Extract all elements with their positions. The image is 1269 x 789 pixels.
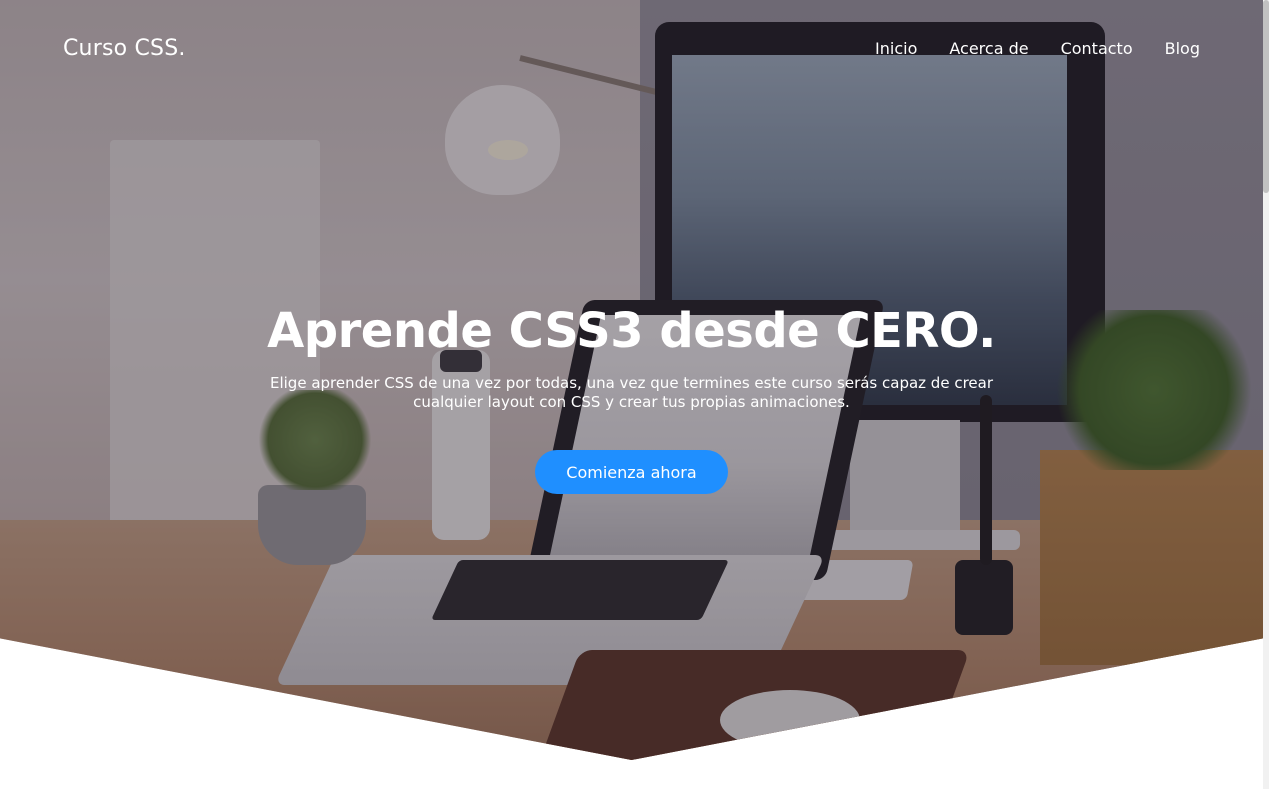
main-nav: Inicio Acerca de Contacto Blog [875, 39, 1200, 58]
hero-title: Aprende CSS3 desde CERO. [267, 303, 996, 359]
nav-link-contacto[interactable]: Contacto [1061, 39, 1133, 58]
scrollbar-thumb[interactable] [1263, 0, 1269, 193]
hero-content: Aprende CSS3 desde CERO. Elige aprender … [0, 300, 1263, 494]
nav-link-blog[interactable]: Blog [1165, 39, 1200, 58]
hero-section: Curso CSS. Inicio Acerca de Contacto Blo… [0, 0, 1263, 760]
site-header: Curso CSS. Inicio Acerca de Contacto Blo… [0, 0, 1263, 96]
page: Curso CSS. Inicio Acerca de Contacto Blo… [0, 0, 1269, 789]
site-logo[interactable]: Curso CSS. [63, 36, 186, 61]
page-scrollbar[interactable] [1263, 0, 1269, 789]
start-now-button[interactable]: Comienza ahora [535, 450, 728, 494]
nav-link-inicio[interactable]: Inicio [875, 39, 917, 58]
hero-subtitle: Elige aprender CSS de una vez por todas,… [269, 374, 993, 411]
nav-link-acerca-de[interactable]: Acerca de [949, 39, 1028, 58]
